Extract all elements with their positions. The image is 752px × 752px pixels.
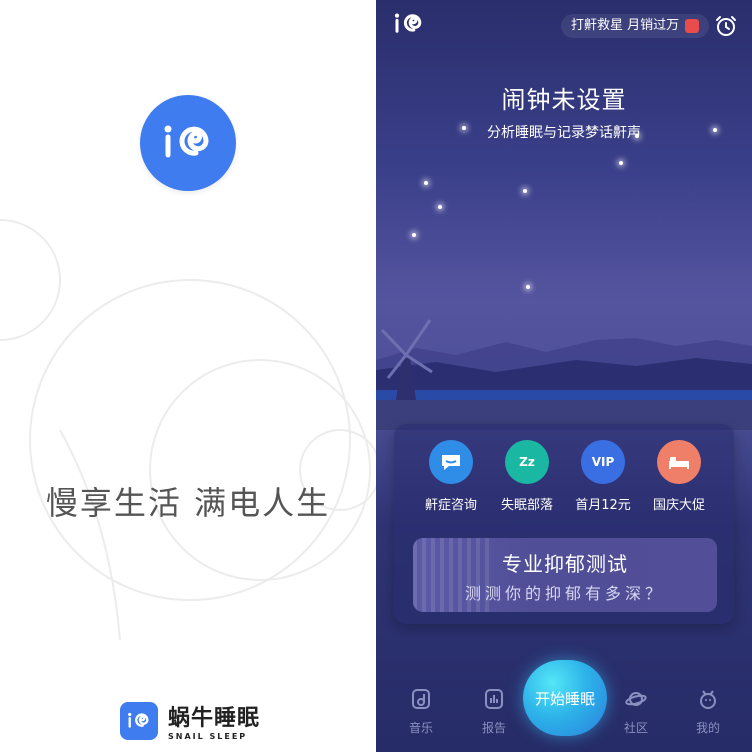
quick-item-label: 首月12元 [575, 498, 631, 513]
brand-name-en: SNAIL SLEEP [168, 732, 248, 741]
promo-banner[interactable]: 打鼾救星 月销过万 [561, 14, 710, 38]
snail-logo-icon [164, 125, 209, 158]
zzz-icon: Zz [505, 440, 549, 484]
star [526, 285, 530, 289]
brand-logo-icon [120, 701, 158, 740]
quick-item-insomnia-tribe[interactable]: Zz 失眠部落 [489, 440, 565, 513]
start-sleep-button[interactable]: 开始睡眠 [523, 660, 607, 736]
chat-bubble-icon [429, 440, 473, 484]
nav-label: 我的 [695, 721, 720, 735]
banner-title: 专业抑郁测试 [502, 552, 628, 576]
nav-label: 社区 [623, 721, 648, 735]
bed-icon [657, 440, 701, 484]
star [438, 205, 442, 209]
promo-text: 打鼾救星 月销过万 [571, 18, 680, 33]
nav-report[interactable]: 报告 [464, 688, 524, 736]
star [462, 126, 466, 130]
music-icon [412, 689, 430, 709]
alarm-clock-icon[interactable] [714, 14, 738, 42]
star [424, 181, 428, 185]
alarm-status-title: 闹钟未设置 [501, 86, 627, 114]
star [619, 161, 623, 165]
planet-icon [625, 692, 647, 706]
star [635, 134, 639, 138]
report-icon [485, 689, 503, 709]
splash-screen: 慢享生活 满电人生 蜗牛睡眠 SNAIL SLEEP [0, 0, 376, 752]
nav-community[interactable]: 社区 [606, 688, 666, 736]
quick-item-label: 失眠部落 [500, 498, 553, 513]
brand-footer: 蜗牛睡眠 SNAIL SLEEP [120, 700, 260, 741]
nav-profile[interactable]: 我的 [678, 688, 738, 736]
quick-item-promo[interactable]: 国庆大促 [641, 440, 717, 513]
top-bar: 打鼾救星 月销过万 [376, 0, 752, 54]
landscape-scene [376, 319, 752, 430]
quick-item-label: 鼾症咨询 [424, 498, 477, 513]
brand-name: 蜗牛睡眠 [168, 706, 261, 731]
star [713, 128, 717, 132]
sleep-home-screen: 打鼾救星 月销过万 闹钟未设置 分析睡眠与记录梦话鼾声 鼾症咨询 Zz 失眠部落… [376, 0, 752, 752]
snail-logo-icon[interactable] [392, 12, 426, 40]
quick-item-snore-consult[interactable]: 鼾症咨询 [413, 440, 489, 513]
moon-icon [636, 155, 708, 231]
depression-test-banner[interactable]: 专业抑郁测试 测测你的抑郁有多深？ [413, 538, 717, 612]
gift-icon [685, 19, 700, 33]
nav-music[interactable]: 音乐 [391, 688, 451, 736]
nav-label: 报告 [481, 721, 506, 735]
nav-label: 音乐 [408, 721, 433, 735]
alarm-status-subtitle: 分析睡眠与记录梦话鼾声 [487, 125, 641, 141]
star [412, 233, 416, 237]
star [523, 189, 527, 193]
quick-item-vip[interactable]: VIP 首月12元 [565, 440, 641, 513]
slogan-text: 慢享生活 满电人生 [45, 484, 331, 522]
vip-icon: VIP [581, 440, 625, 484]
app-logo [140, 95, 236, 191]
quick-item-label: 国庆大促 [652, 498, 705, 513]
profile-icon [700, 690, 716, 709]
banner-subtitle: 测测你的抑郁有多深？ [464, 584, 665, 603]
